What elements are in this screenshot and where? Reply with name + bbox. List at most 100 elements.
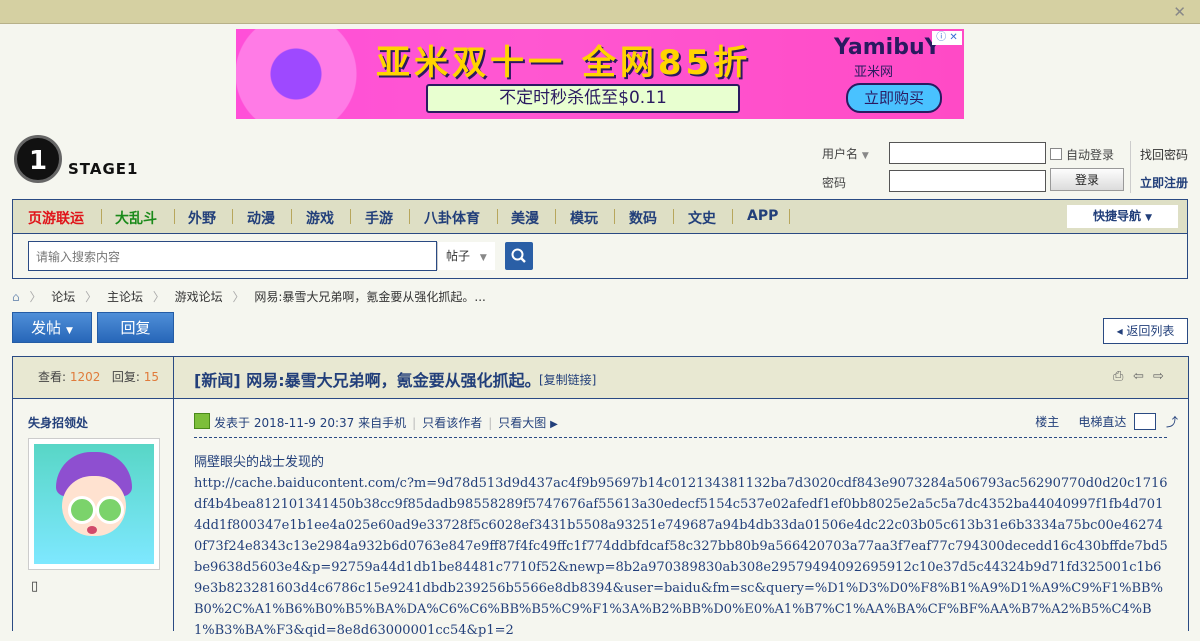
post-time: 发表于 2018-11-9 20:37 来自手机	[214, 416, 407, 430]
breadcrumb-sep: 〉	[232, 290, 245, 304]
ad-headline: 亚米双十一 全网85折	[376, 43, 752, 83]
views-label: 查看:	[38, 370, 67, 384]
avatar[interactable]	[28, 438, 160, 570]
nav-item-dongman[interactable]: 动漫	[247, 208, 275, 228]
prev-thread-icon[interactable]: ⇦	[1133, 369, 1144, 384]
nav-item-bagua[interactable]: 八卦体育	[424, 208, 480, 228]
top-bar: ✕	[0, 0, 1200, 24]
ad-close-icon[interactable]: ⓘ ✕	[932, 31, 962, 45]
login-divider	[1130, 141, 1131, 193]
avatar-image	[34, 444, 154, 564]
logo-text: STAGE1	[68, 160, 139, 178]
search-input[interactable]: 请输入搜索内容	[36, 248, 120, 265]
reply-button[interactable]: 回复	[97, 312, 174, 343]
only-big-image-link[interactable]: 只看大图	[498, 416, 546, 430]
nav-row: 页游联运 大乱斗 外野 动漫 游戏 手游 八卦体育 美漫 模玩 数码 文史 AP…	[13, 200, 1187, 234]
post-body: 隔壁眼尖的战士发现的 http://cache.baiducontent.com…	[194, 452, 1169, 641]
nav-item-meiman[interactable]: 美漫	[511, 208, 539, 228]
nav-item-youxi[interactable]: 游戏	[306, 208, 334, 228]
ad-art	[236, 29, 386, 119]
nav-item-daluandou[interactable]: 大乱斗	[115, 208, 157, 228]
thread-post: 查看: 1202 回复: 15 [新闻] 网易:暴雪大兄弟啊，氪金要从强化抓起。…	[12, 356, 1189, 638]
search-category-select[interactable]: 帖子 ▼	[437, 242, 495, 270]
chevron-down-icon: ▼	[1145, 213, 1153, 223]
thread-title: [新闻] 网易:暴雪大兄弟啊，氪金要从强化抓起。	[194, 371, 541, 390]
ad-buy-button[interactable]: 立即购买	[846, 83, 942, 113]
site-logo[interactable]: 1 STAGE1	[14, 135, 137, 183]
breadcrumb-main-forum[interactable]: 主论坛	[107, 290, 143, 304]
breadcrumb: ⌂ 〉 论坛 〉 主论坛 〉 游戏论坛 〉 网易:暴雪大兄弟啊，氪金要从强化抓起…	[12, 288, 492, 305]
password-input[interactable]	[889, 170, 1046, 192]
back-to-list-button[interactable]: ◂ 返回列表	[1103, 318, 1188, 344]
chevron-left-icon: ◂	[1116, 324, 1123, 338]
post-link[interactable]: http://cache.baiducontent.com/c?m=9d78d5…	[194, 473, 1169, 641]
play-icon: ▶	[550, 419, 558, 430]
username-label: 用户名 ▼	[822, 147, 869, 161]
elevator-label: 电梯直达	[1078, 415, 1127, 429]
home-icon[interactable]: ⌂	[12, 290, 20, 304]
nav-divider	[174, 209, 175, 224]
nav-divider	[732, 209, 733, 224]
nav-item-app[interactable]: APP	[747, 208, 778, 224]
floor-controls: 楼主 电梯直达 ⤴	[1035, 413, 1178, 430]
breadcrumb-forum[interactable]: 论坛	[51, 290, 75, 304]
breadcrumb-sep: 〉	[85, 290, 98, 304]
nav-divider	[497, 209, 498, 224]
nav-divider	[291, 209, 292, 224]
author-name[interactable]: 失身招领处	[28, 414, 88, 431]
search-icon	[511, 248, 526, 263]
register-link[interactable]: 立即注册	[1140, 174, 1188, 191]
ad-subline: 不定时秒杀低至$0.11	[426, 84, 740, 113]
nav-divider	[350, 209, 351, 224]
nav-item-shouyou[interactable]: 手游	[365, 208, 393, 228]
thread-stats: 查看: 1202 回复: 15	[38, 368, 159, 385]
ad-brand: YamibuY	[834, 35, 941, 60]
forgot-password-link[interactable]: 找回密码	[1140, 146, 1188, 163]
nav-item-waiye[interactable]: 外野	[188, 208, 216, 228]
nav-divider	[673, 209, 674, 224]
nav-divider	[101, 209, 102, 224]
login-form: 用户名 ▼ 自动登录 密码 登录 找回密码 立即注册	[820, 141, 1200, 195]
search-button[interactable]	[505, 242, 533, 270]
nav-item-yeyou[interactable]: 页游联运	[28, 208, 84, 228]
auto-login[interactable]: 自动登录	[1050, 146, 1114, 163]
nav-divider	[614, 209, 615, 224]
nav-divider	[232, 209, 233, 224]
back-label: 返回列表	[1126, 324, 1175, 338]
close-icon[interactable]: ✕	[1173, 3, 1186, 21]
breadcrumb-game-forum[interactable]: 游戏论坛	[175, 290, 223, 304]
replies-label: 回复:	[111, 370, 140, 384]
nav-divider	[789, 209, 790, 224]
password-label: 密码	[822, 176, 847, 190]
next-thread-icon[interactable]: ⇨	[1153, 369, 1164, 384]
login-button[interactable]: 登录	[1050, 168, 1124, 191]
views-count: 1202	[69, 370, 101, 384]
copy-link[interactable]: [复制链接]	[539, 371, 596, 388]
chevron-down-icon: ▼	[65, 326, 73, 336]
floor-input[interactable]	[1134, 413, 1157, 430]
nav-item-mowan[interactable]: 模玩	[570, 208, 598, 228]
nav-item-shuma[interactable]: 数码	[629, 208, 657, 228]
print-icon[interactable]: ⎙	[1113, 369, 1123, 384]
thread-header	[13, 357, 1188, 399]
go-icon[interactable]: ⤴	[1166, 415, 1178, 429]
post-status-icon	[194, 413, 210, 429]
username-input[interactable]	[889, 142, 1046, 164]
replies-count: 15	[143, 370, 160, 384]
post-meta: 发表于 2018-11-9 20:37 来自手机 | 只看该作者 | 只看大图 ▶	[194, 413, 558, 431]
ad-brand-cn: 亚米网	[854, 65, 894, 80]
auto-login-label: 自动登录	[1066, 148, 1115, 162]
ad-banner[interactable]: 亚米双十一 全网85折 YamibuY 亚米网 不定时秒杀低至$0.11 立即购…	[236, 29, 964, 119]
new-post-button[interactable]: 发帖 ▼	[12, 312, 92, 343]
logo-mark: 1	[14, 135, 62, 183]
nav-divider	[555, 209, 556, 224]
auto-login-checkbox[interactable]	[1050, 148, 1062, 160]
only-author-link[interactable]: 只看该作者	[422, 416, 482, 430]
mobile-icon: ▯	[31, 579, 39, 594]
main-nav: 页游联运 大乱斗 外野 动漫 游戏 手游 八卦体育 美漫 模玩 数码 文史 AP…	[12, 199, 1188, 279]
quick-nav-button[interactable]: 快捷导航 ▼	[1067, 205, 1178, 228]
search-bar: 请输入搜索内容 帖子 ▼	[28, 241, 533, 271]
nav-item-wenshi[interactable]: 文史	[688, 208, 716, 228]
post-text: 隔壁眼尖的战士发现的	[194, 455, 325, 470]
breadcrumb-thread[interactable]: 网易:暴雪大兄弟啊，氪金要从强化抓起。...	[254, 290, 486, 304]
